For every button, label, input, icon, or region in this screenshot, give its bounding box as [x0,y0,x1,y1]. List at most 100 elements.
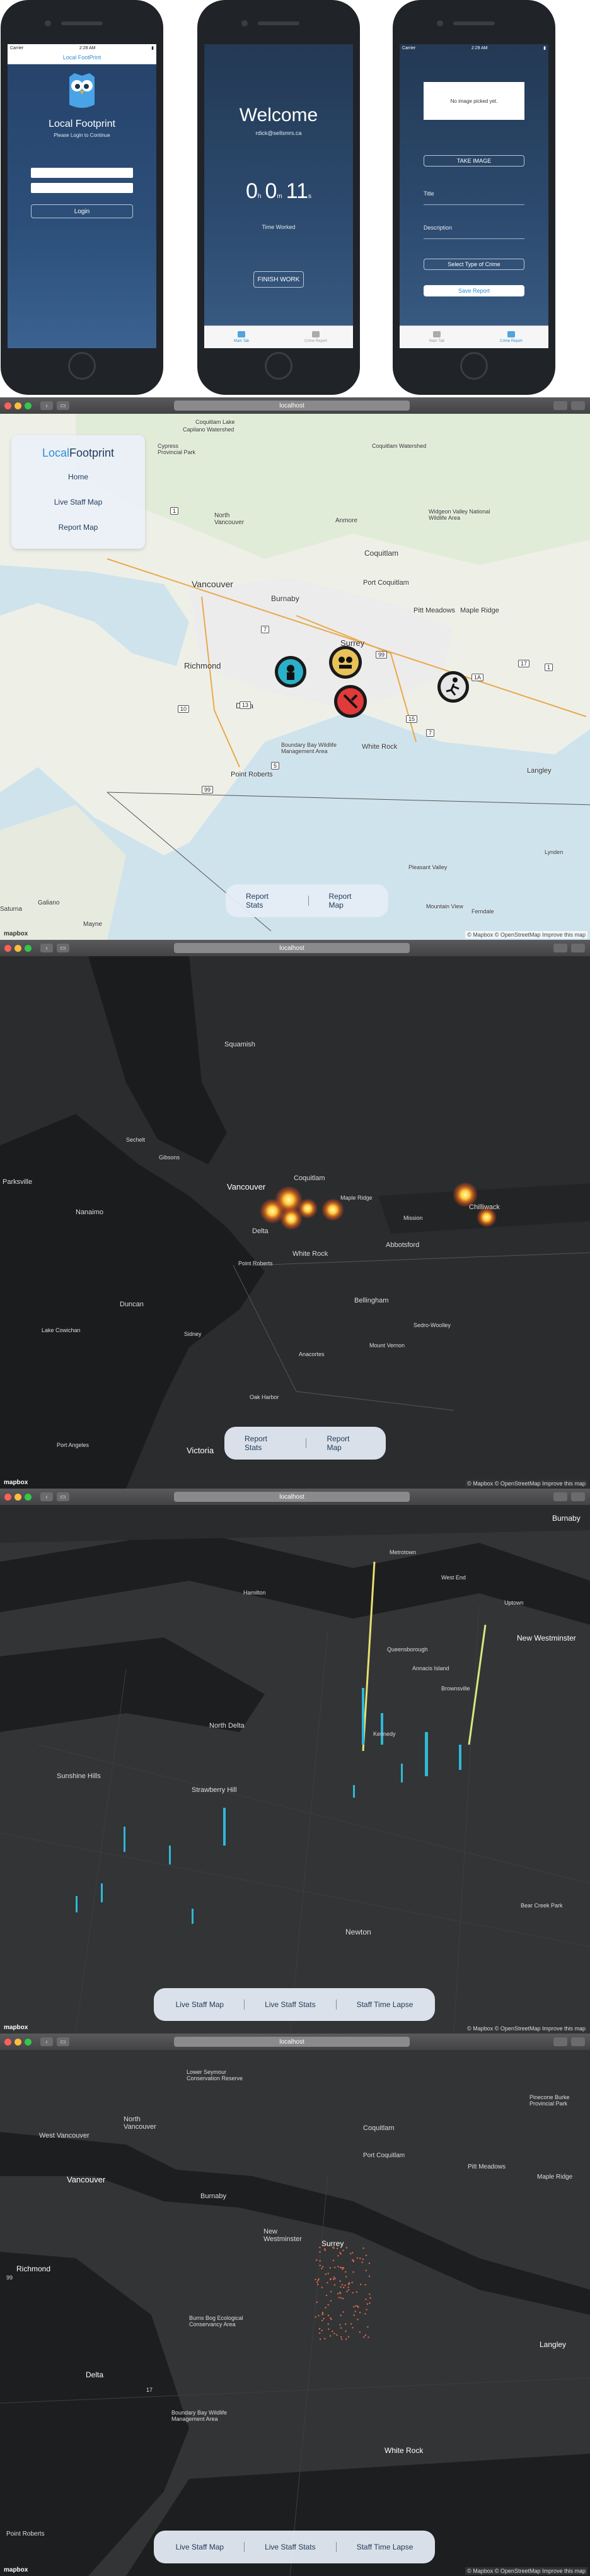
trail-point [354,2310,356,2312]
trail-point [330,2278,332,2280]
crime-marker-suspicious-person-icon[interactable] [436,670,470,704]
minimize-window-icon[interactable] [14,2038,21,2046]
menu-item-home[interactable]: Home [11,472,145,481]
tabs-icon[interactable] [571,1492,585,1501]
close-window-icon[interactable] [4,402,11,409]
crime-marker-assault-icon[interactable] [333,684,368,719]
trail-point [363,2336,365,2338]
place-label: Burnaby [552,1514,581,1523]
browser-window-staff-3d-map: ‹ ▭ localhost Burnaby New Westminster Met… [0,1489,590,2034]
menu-item-live-staff-map[interactable]: Live Staff Map [11,498,145,506]
description-input[interactable]: Description [424,225,524,239]
maximize-window-icon[interactable] [25,944,32,952]
browser-actions [553,2037,585,2046]
sidebar-icon[interactable]: ▭ [57,944,69,952]
maximize-window-icon[interactable] [25,1493,32,1501]
tab-crime-report[interactable]: Crime Report [279,326,353,348]
report-nav-bar: Report Stats Report Map [224,1427,386,1460]
tabs-icon[interactable] [571,2037,585,2046]
sidebar-icon[interactable]: ▭ [57,2037,69,2046]
light-street-map[interactable]: LocalFootprint Home Live Staff Map Repor… [0,414,590,940]
road-shield: 99 [376,651,388,659]
report-map-link[interactable]: Report Map [306,1434,386,1452]
tabs-icon[interactable] [571,401,585,410]
trail-point [352,2292,354,2294]
map-attribution[interactable]: © Mapbox © OpenStreetMap Improve this ma… [465,2567,587,2575]
crime-marker-robbery-icon[interactable] [328,645,363,680]
tabs-icon[interactable] [571,944,585,952]
heat-spot [321,1198,344,1221]
share-icon[interactable] [553,944,567,952]
finish-work-button[interactable]: FINISH WORK [253,271,304,288]
place-label: Ferndale [471,908,494,915]
map-attribution[interactable]: © Mapbox © OpenStreetMap Improve this ma… [465,931,587,939]
live-staff-map-link[interactable]: Live Staff Map [156,2000,245,2009]
dark-heat-map[interactable]: Squamish Gibsons Sechelt Parksville Nana… [0,956,590,1489]
back-icon[interactable]: ‹ [40,944,53,952]
report-map-link[interactable]: Report Map [309,892,389,910]
address-bar[interactable]: localhost [174,401,410,411]
address-bar[interactable]: localhost [174,943,410,953]
crime-marker-theft-icon[interactable] [274,655,308,689]
close-window-icon[interactable] [4,2038,11,2046]
maximize-window-icon[interactable] [25,402,32,409]
share-icon[interactable] [553,2037,567,2046]
back-icon[interactable]: ‹ [40,1492,53,1501]
map-attribution[interactable]: © Mapbox © OpenStreetMap Improve this ma… [465,2025,587,2032]
trail-point [327,2314,330,2317]
trail-point [317,2283,319,2286]
close-window-icon[interactable] [4,1493,11,1501]
map-attribution[interactable]: © Mapbox © OpenStreetMap Improve this ma… [465,1480,587,1487]
place-label: Hamilton [243,1590,266,1596]
report-stats-link[interactable]: Report Stats [224,1434,306,1452]
title-input[interactable]: Title [424,190,524,205]
login-button[interactable]: Login [31,204,133,218]
trail-point [333,2276,335,2278]
staff-time-lapse-link[interactable]: Staff Time Lapse [337,2543,434,2551]
place-label: New Westminster [517,1634,576,1642]
minimize-window-icon[interactable] [14,944,21,952]
browser-window-staff-time-lapse: ‹ ▭ localhost West Vancouver North Vancou… [0,2034,590,2576]
place-label: Strawberry Hill [192,1786,237,1794]
dark-3d-map[interactable]: Burnaby New Westminster Metrotown Hamilt… [0,1505,590,2034]
password-field[interactable] [31,183,133,193]
sidebar-icon[interactable]: ▭ [57,401,69,410]
staff-time-lapse-link[interactable]: Staff Time Lapse [337,2000,434,2009]
maximize-window-icon[interactable] [25,2038,32,2046]
live-staff-map-link[interactable]: Live Staff Map [156,2543,245,2551]
trail-point [321,2313,324,2315]
back-icon[interactable]: ‹ [40,2037,53,2046]
tab-main[interactable]: Main Tab [400,326,474,348]
address-bar[interactable]: localhost [174,1492,410,1502]
save-report-button[interactable]: Save Report [424,285,524,296]
tab-bar: Main Tab Crime Report [204,325,353,348]
trail-point [345,2247,348,2249]
share-icon[interactable] [553,1492,567,1501]
report-stats-link[interactable]: Report Stats [226,892,308,910]
address-bar[interactable]: localhost [174,2037,410,2047]
main-tab-icon [433,331,441,337]
share-icon[interactable] [553,401,567,410]
menu-item-report-map[interactable]: Report Map [11,523,145,532]
back-icon[interactable]: ‹ [40,401,53,410]
home-button[interactable] [460,352,488,380]
home-button[interactable] [68,352,96,380]
trail-point [340,2297,342,2299]
live-staff-stats-link[interactable]: Live Staff Stats [245,2000,336,2009]
dark-time-lapse-map[interactable]: West Vancouver North Vancouver Lower Sey… [0,2050,590,2576]
tab-crime-report[interactable]: Crime Report [474,326,548,348]
tab-main[interactable]: Main Tab [204,326,279,348]
sidebar-icon[interactable]: ▭ [57,1492,69,1501]
take-image-button[interactable]: TAKE IMAGE [424,155,524,167]
minimize-window-icon[interactable] [14,1493,21,1501]
username-field[interactable] [31,168,133,178]
place-label: Annacis Island [412,1665,449,1671]
trail-point [330,2318,332,2321]
place-label: Uptown [504,1600,524,1606]
tab-bar: Main Tab Crime Report [400,325,548,348]
select-crime-type-button[interactable]: Select Type of Crime [424,259,524,270]
minimize-window-icon[interactable] [14,402,21,409]
live-staff-stats-link[interactable]: Live Staff Stats [245,2543,336,2551]
close-window-icon[interactable] [4,944,11,952]
home-button[interactable] [265,352,292,380]
